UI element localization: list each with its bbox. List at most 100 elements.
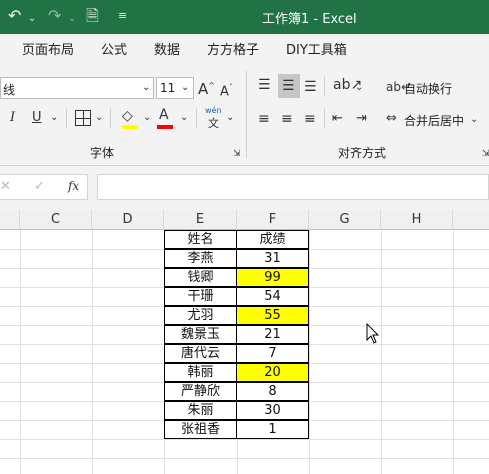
font-name-value: 线 [3,83,16,97]
worksheet-grid[interactable]: C D E F G H 姓名 成绩 李燕 31 钱卿 99 干珊 54 尤羽 55 魏景玉 21 唐代云… [0,210,489,474]
gridline-vertical [20,230,21,474]
borders-icon[interactable] [75,110,91,126]
column-header-i[interactable] [453,210,489,230]
phonetic-icon[interactable]: 文 [208,115,219,131]
formula-bar: ✕ ✓ fx [0,166,489,210]
column-header-b[interactable] [0,210,20,230]
column-header-h[interactable]: H [381,210,453,230]
column-header-d[interactable]: D [92,210,164,230]
insert-function-icon[interactable]: fx [68,179,79,193]
score-cell[interactable]: 1 [236,420,309,439]
score-cell[interactable]: 8 [236,382,309,401]
undo-dropdown-icon[interactable]: ⌄ [28,9,36,29]
phonetic-top: wén [205,106,222,115]
undo-icon[interactable]: ↶ [8,6,21,26]
name-cell[interactable]: 干珊 [164,287,237,306]
merge-center-button[interactable]: 合并后居中 [404,112,464,129]
tab-diy-toolbox[interactable]: DIY工具箱 [286,39,347,58]
fill-color-swatch [122,125,138,129]
name-cell[interactable]: 朱丽 [164,401,237,420]
align-bottom-icon[interactable]: ☰ [304,79,317,95]
font-name-select[interactable]: 线 ⌄ [0,77,154,99]
alignment-group-label: 对齐方式 [338,146,387,160]
grow-font-icon[interactable]: A^ [198,78,215,97]
underline-dropdown-icon[interactable]: ⌄ [50,110,58,126]
enter-icon[interactable]: ✓ [34,179,45,194]
divider [110,108,111,128]
score-cell[interactable]: 31 [236,249,309,268]
redo-icon[interactable]: ↷ [48,6,61,26]
title-bar: ↶ ⌄ ↷ ⌄ 🗎 ≡ 工作簿1 - Excel [0,0,489,34]
tab-page-layout[interactable]: 页面布局 [22,39,74,58]
font-dialog-launcher-icon[interactable]: ⇲ [233,146,241,162]
underline-button[interactable]: U [32,110,42,126]
name-cell[interactable]: 韩丽 [164,363,237,382]
divider [324,108,325,128]
column-header-f[interactable]: F [237,210,309,230]
name-cell[interactable]: 魏景玉 [164,325,237,344]
name-cell[interactable]: 李燕 [164,249,237,268]
italic-button[interactable]: I [10,110,15,126]
score-cell[interactable]: 21 [236,325,309,344]
score-cell[interactable]: 30 [236,401,309,420]
gridline-vertical [381,230,382,474]
name-cell[interactable]: 张祖香 [164,420,237,439]
mouse-pointer-icon [366,323,380,344]
increase-indent-icon[interactable]: ⇥ [356,111,367,127]
name-cell[interactable]: 尤羽 [164,306,237,325]
formula-controls: ✕ ✓ fx [0,174,88,200]
borders-dropdown-icon[interactable]: ⌄ [95,110,103,126]
column-header-e[interactable]: E [164,210,237,230]
font-size-value: 11 [160,81,176,95]
font-color-icon[interactable]: A [159,107,169,123]
name-cell[interactable]: 钱卿 [164,268,237,287]
gridline-vertical [92,230,93,474]
decrease-indent-icon[interactable]: ⇤ [332,111,343,127]
orientation-dropdown-icon[interactable]: ⌄ [355,80,363,96]
font-color-dropdown-icon[interactable]: ⌄ [180,110,188,126]
divider [324,76,325,96]
font-size-select[interactable]: 11 ⌄ [156,77,194,99]
gridline-horizontal [0,458,489,459]
align-right-icon[interactable]: ≡ [304,111,316,127]
header-cell-score[interactable]: 成绩 [236,230,309,249]
divider [196,108,197,128]
score-cell[interactable]: 55 [236,306,309,325]
gridline-vertical [453,230,454,474]
score-cell[interactable]: 54 [236,287,309,306]
redo-dropdown-icon[interactable]: ⌄ [68,9,76,29]
name-cell[interactable]: 唐代云 [164,344,237,363]
touch-mode-icon[interactable]: 🗎 [86,6,99,26]
header-cell-name[interactable]: 姓名 [164,230,237,249]
tab-formulas[interactable]: 公式 [101,39,127,58]
tab-data[interactable]: 数据 [154,39,180,58]
fill-color-dropdown-icon[interactable]: ⌄ [143,110,151,126]
fill-color-icon[interactable]: ◇ [122,108,133,124]
score-cell[interactable]: 20 [236,363,309,382]
phonetic-dropdown-icon[interactable]: ⌄ [226,110,234,126]
align-top-icon[interactable]: ☰ [258,77,271,93]
font-color-swatch [157,125,173,129]
font-group-label: 字体 [90,146,115,160]
merge-dropdown-icon[interactable]: ⌄ [470,112,478,128]
ribbon-tabs: 页面布局 公式 数据 方方格子 DIY工具箱 [0,34,489,62]
chevron-down-icon: ⌄ [142,82,151,93]
alignment-dialog-launcher-icon[interactable]: ⇲ [482,146,489,162]
cancel-icon[interactable]: ✕ [0,179,11,194]
score-cell[interactable]: 7 [236,344,309,363]
customize-icon[interactable]: ≡ [118,6,127,26]
align-left-icon[interactable]: ≡ [258,111,270,127]
align-middle-icon: ☰ [282,78,295,94]
align-center-icon[interactable]: ≡ [281,111,293,127]
shrink-font-icon[interactable]: Aˇ [220,80,233,100]
align-middle-button[interactable]: ☰ [278,74,300,98]
score-cell[interactable]: 99 [236,268,309,287]
wrap-text-button[interactable]: 自动换行 [404,80,452,97]
gridline-horizontal [0,439,489,440]
column-header-c[interactable]: C [20,210,92,230]
group-divider [246,70,247,158]
name-cell[interactable]: 严静欣 [164,382,237,401]
tab-fangfanggezi[interactable]: 方方格子 [207,39,259,58]
formula-input[interactable] [97,174,489,200]
column-header-g[interactable]: G [309,210,381,230]
